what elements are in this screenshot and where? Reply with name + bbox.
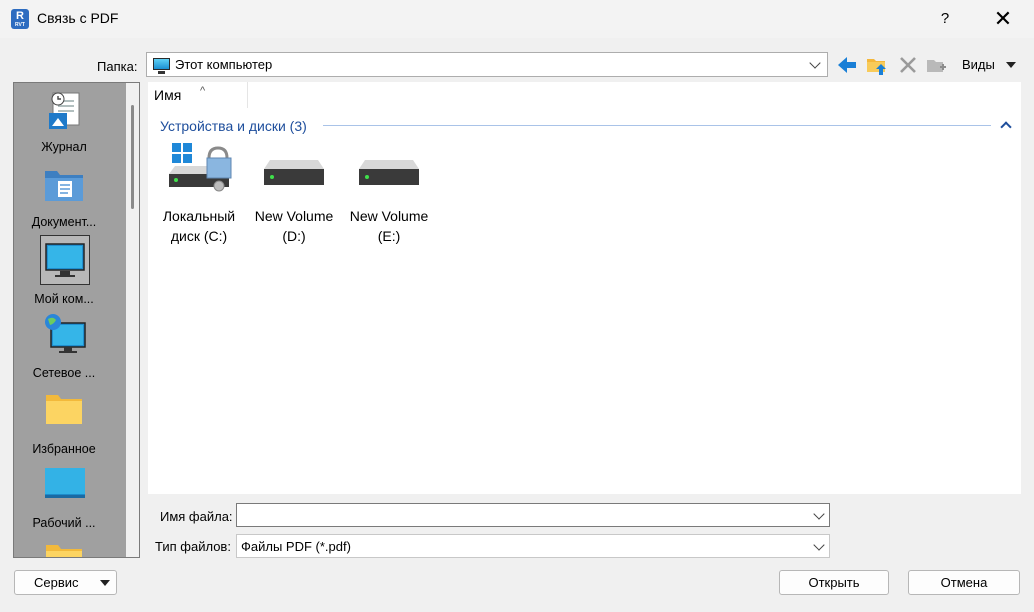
- drive-label: New Volume (D:): [246, 206, 342, 246]
- collapse-chevron-icon[interactable]: [1000, 121, 1012, 133]
- service-label: Сервис: [34, 575, 79, 590]
- folder-combobox[interactable]: Этот компьютер: [146, 52, 828, 77]
- drive-icon: [359, 160, 419, 185]
- desktop-icon: [45, 468, 85, 498]
- chevron-down-icon[interactable]: [813, 508, 825, 520]
- filename-label: Имя файла:: [160, 509, 233, 524]
- place-label: Сетевое ...: [32, 366, 96, 380]
- drive-icon: [264, 160, 324, 185]
- service-button[interactable]: Сервис: [14, 570, 117, 595]
- column-header-name[interactable]: Имя ^: [154, 85, 205, 103]
- open-button[interactable]: Открыть: [779, 570, 889, 595]
- up-folder-icon[interactable]: [866, 54, 888, 76]
- app-logo-icon: R RVT: [11, 9, 29, 29]
- group-header[interactable]: Устройства и диски (3): [160, 118, 307, 134]
- drive-label-line2: (E:): [377, 228, 401, 244]
- filetype-label: Тип файлов:: [155, 539, 231, 554]
- sort-up-icon: ^: [200, 85, 206, 97]
- help-button[interactable]: ?: [930, 6, 960, 32]
- system-drive-icon: [169, 143, 232, 192]
- cancel-button[interactable]: Отмена: [908, 570, 1020, 595]
- delete-icon[interactable]: [897, 54, 919, 76]
- scrollbar-thumb[interactable]: [131, 105, 134, 209]
- folder-label: Папка:: [97, 59, 138, 74]
- chevron-down-icon: [813, 539, 825, 551]
- window-title: Связь с PDF: [37, 10, 119, 26]
- drive-label-line1: Локальный: [162, 208, 236, 224]
- drive-label-line1: New Volume: [254, 208, 334, 224]
- places-scrollbar[interactable]: [126, 83, 139, 557]
- place-label: Мой ком...: [34, 292, 94, 306]
- computer-icon: [153, 58, 170, 74]
- new-folder-icon[interactable]: [926, 54, 948, 76]
- drive-label: New Volume (E:): [341, 206, 437, 246]
- filetype-value: Файлы PDF (*.pdf): [241, 539, 351, 554]
- views-menu-button[interactable]: Виды: [962, 57, 995, 72]
- file-list[interactable]: Имя ^ Устройства и диски (3) Локальный д…: [148, 82, 1021, 494]
- chevron-down-icon: [809, 57, 821, 69]
- folder-value: Этот компьютер: [175, 57, 273, 72]
- drive-label-line1: New Volume: [349, 208, 429, 224]
- column-divider[interactable]: [247, 82, 248, 108]
- close-button[interactable]: ✕: [988, 6, 1018, 32]
- drive-label-line2: (D:): [282, 228, 306, 244]
- place-label: Журнал: [41, 140, 87, 154]
- places-bar: Журнал Документ... Мой ком... Сетевое ..…: [13, 82, 140, 558]
- history-icon: [49, 92, 80, 129]
- computer-icon: [45, 243, 85, 277]
- drive-label: Локальный диск (C:): [151, 206, 247, 246]
- documents-icon: [45, 171, 83, 201]
- column-name-label: Имя: [154, 87, 182, 103]
- place-label: Избранное: [32, 442, 96, 456]
- folder-icon: [46, 545, 82, 557]
- dropdown-arrow-icon: [100, 580, 110, 586]
- group-divider: [323, 125, 991, 126]
- favorites-folder-icon: [46, 395, 82, 424]
- drive-label-line2: диск (C:): [170, 228, 228, 244]
- place-label: Рабочий ...: [32, 516, 96, 530]
- place-label: Документ...: [31, 215, 97, 229]
- back-arrow-icon[interactable]: [836, 54, 858, 76]
- views-dropdown-arrow-icon[interactable]: [1006, 62, 1016, 68]
- title-bar: R RVT Связь с PDF ? ✕: [0, 0, 1034, 38]
- filename-input[interactable]: [236, 503, 830, 527]
- filetype-select[interactable]: Файлы PDF (*.pdf): [236, 534, 830, 558]
- network-icon: [45, 314, 86, 353]
